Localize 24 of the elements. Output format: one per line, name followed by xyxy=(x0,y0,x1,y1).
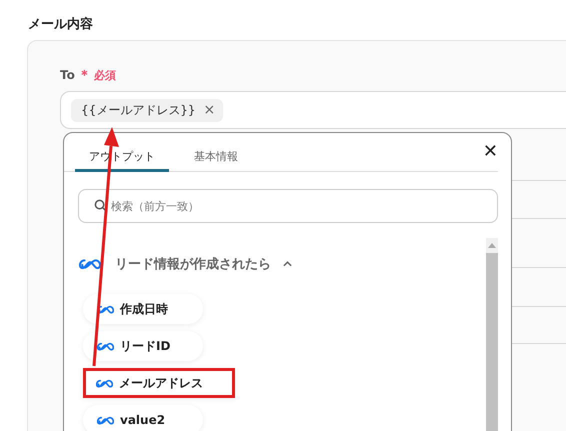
recipient-field[interactable]: {{メールアドレス}} × xyxy=(60,91,566,129)
output-item[interactable]: メールアドレス xyxy=(83,368,235,398)
chip-text: {{メールアドレス}} xyxy=(81,102,196,118)
output-item[interactable]: 作成日時 xyxy=(83,294,203,324)
infinity-logo-icon xyxy=(96,378,113,388)
remove-button[interactable]: × xyxy=(204,102,216,118)
infinity-logo-icon xyxy=(97,416,114,424)
variable-chip[interactable]: {{メールアドレス}} × xyxy=(71,98,224,122)
search-icon xyxy=(94,199,107,212)
field-label: To xyxy=(60,68,75,82)
infinity-logo-icon xyxy=(97,304,114,314)
chevron-icon xyxy=(283,261,292,267)
scroll-up-icon[interactable] xyxy=(488,243,496,248)
group-header[interactable]: リード情報が作成されたら xyxy=(79,250,486,278)
required-mark: ＊ xyxy=(78,67,91,84)
close-button[interactable]: ✕ xyxy=(482,141,498,162)
output-item[interactable]: value2 xyxy=(83,405,203,431)
infinity-logo-icon xyxy=(79,258,101,270)
section-title: メール内容 xyxy=(28,16,93,33)
required-text: 必須 xyxy=(94,68,116,82)
search-field[interactable]: 検索（前方一致） xyxy=(78,189,498,223)
infinity-logo-icon xyxy=(97,342,114,350)
tab[interactable]: 基本情報 xyxy=(169,133,263,172)
output-item[interactable]: リードID xyxy=(83,331,203,361)
